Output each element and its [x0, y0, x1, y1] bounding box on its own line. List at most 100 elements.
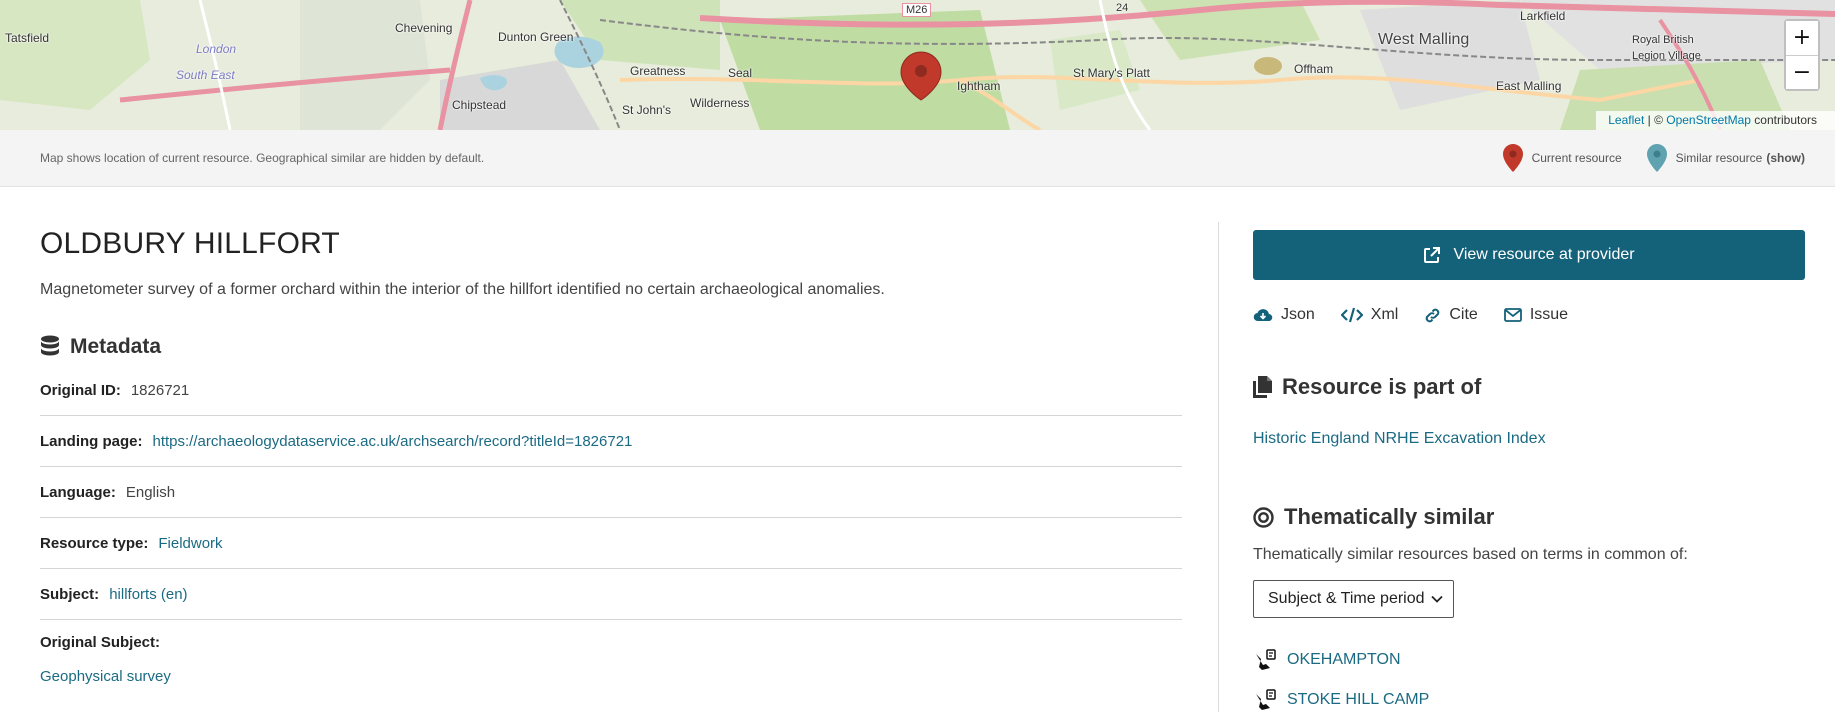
attribution-suffix: contributors [1750, 113, 1817, 127]
map-place-label: East Malling [1496, 79, 1562, 93]
location-map[interactable]: Tatsfield Chevening London South East Du… [0, 0, 1835, 130]
resource-main: OLDBURY HILLFORT Magnetometer survey of … [40, 187, 1182, 685]
database-icon [41, 335, 59, 356]
metadata-list: Original ID: 1826721 Landing page: https… [40, 365, 1182, 685]
similarity-criteria-select[interactable]: Subject & Time period [1253, 580, 1454, 618]
similarity-criteria-value: Subject & Time period [1268, 590, 1425, 607]
metadata-row-original-subject: Original Subject: [40, 620, 1182, 664]
map-note-bar: Map shows location of current resource. … [0, 130, 1835, 187]
cloud-download-icon [1253, 309, 1273, 322]
metadata-key: Subject: [40, 585, 100, 603]
json-download-button[interactable]: Json [1253, 306, 1315, 324]
cite-button[interactable]: Cite [1424, 306, 1478, 324]
export-actions: Json Xml Cite Issue [1253, 306, 1805, 324]
metadata-row-landing-page: Landing page: https://archaeologydataser… [40, 416, 1182, 467]
legend-similar-resource: Similar resource (show) [1646, 143, 1805, 173]
attribution-separator: | © [1644, 113, 1667, 127]
xml-label: Xml [1370, 306, 1399, 323]
metadata-key: Original Subject: [40, 633, 161, 651]
metadata-value: English [125, 483, 176, 501]
zoom-out-button[interactable]: − [1786, 55, 1818, 89]
map-zoom-control: + − [1784, 19, 1820, 91]
map-place-label: Chevening [395, 21, 453, 35]
original-subject-link[interactable]: Geophysical survey [40, 668, 171, 685]
map-place-label: St John's [622, 103, 671, 117]
issue-label: Issue [1529, 306, 1569, 323]
map-note-text: Map shows location of current resource. … [40, 151, 485, 165]
legend-similar-label: Similar resource [1675, 151, 1763, 165]
map-place-label: Offham [1294, 62, 1334, 76]
cite-label: Cite [1449, 306, 1478, 323]
parent-collection-link[interactable]: Historic England NRHE Excavation Index [1253, 430, 1546, 448]
map-place-label: West Malling [1378, 31, 1470, 48]
metadata-key: Original ID: [40, 381, 121, 399]
copy-icon [1253, 376, 1272, 398]
metadata-row-original-id: Original ID: 1826721 [40, 365, 1182, 416]
metadata-key: Landing page: [40, 432, 143, 450]
page-title: OLDBURY HILLFORT [40, 227, 340, 260]
map-place-label: Chipstead [452, 98, 507, 112]
zoom-in-button[interactable]: + [1786, 21, 1818, 55]
resource-sidebar: View resource at provider Json Xml Cite [1253, 230, 1805, 712]
list-item: OKEHAMPTON [1253, 640, 1805, 680]
thematically-similar-heading-text: Thematically similar [1284, 504, 1495, 529]
view-at-provider-label: View resource at provider [1453, 246, 1635, 263]
similar-resource-link[interactable]: OKEHAMPTON [1287, 651, 1401, 669]
view-at-provider-button[interactable]: View resource at provider [1253, 230, 1805, 280]
map-attribution: Leaflet | © OpenStreetMap contributors [1596, 111, 1835, 130]
metadata-key: Language: [40, 483, 116, 501]
map-place-label: Ightham [957, 79, 1001, 93]
map-place-label: Tatsfield [5, 31, 50, 45]
map-place-label: Larkfield [1520, 9, 1566, 23]
map-place-label: Royal British [1632, 34, 1694, 46]
xml-download-button[interactable]: Xml [1340, 306, 1399, 324]
map-place-label: St Mary's Platt [1073, 66, 1150, 80]
chevron-down-icon [1431, 595, 1443, 603]
openstreetmap-link[interactable]: OpenStreetMap [1666, 113, 1751, 127]
legend-current-resource: Current resource [1502, 143, 1622, 173]
blue-marker-icon [1646, 144, 1667, 172]
resource-type-link[interactable]: Fieldwork [158, 535, 222, 552]
json-label: Json [1281, 306, 1315, 323]
metadata-heading-text: Metadata [70, 335, 162, 358]
map-place-label: Wilderness [690, 96, 750, 110]
similar-resources-list: OKEHAMPTON STOKE HILL CAMP [1253, 640, 1805, 712]
map-place-label: Dunton Green [498, 30, 574, 44]
metadata-value: 1826721 [130, 381, 190, 399]
issue-button[interactable]: Issue [1503, 306, 1569, 324]
list-item: STOKE HILL CAMP [1253, 680, 1805, 712]
resource-description: Magnetometer survey of a former orchard … [40, 281, 885, 298]
metadata-row-subject: Subject: hillforts (en) [40, 569, 1182, 620]
thematically-similar-heading: Thematically similar [1253, 504, 1805, 530]
map-place-label: London [196, 42, 237, 56]
map-place-label: Legion Village [1632, 50, 1701, 62]
road-label: 24 [1116, 2, 1129, 14]
metadata-row-resource-type: Resource type: Fieldwork [40, 518, 1182, 569]
external-link-icon [1424, 247, 1441, 263]
column-divider [1218, 222, 1219, 712]
part-of-heading: Resource is part of [1253, 374, 1805, 400]
map-place-label: Seal [728, 66, 753, 80]
leaflet-link[interactable]: Leaflet [1608, 113, 1644, 127]
part-of-heading-text: Resource is part of [1282, 374, 1482, 399]
code-icon [1340, 307, 1363, 323]
link-icon [1426, 308, 1440, 322]
fieldwork-trowel-icon [1256, 689, 1276, 710]
fieldwork-trowel-icon [1256, 649, 1276, 670]
metadata-key: Resource type: [40, 534, 149, 552]
red-marker-icon [1502, 144, 1523, 172]
map-place-label: South East [176, 68, 235, 82]
landing-page-link[interactable]: https://archaeologydataservice.ac.uk/arc… [153, 433, 633, 450]
similar-resource-link[interactable]: STOKE HILL CAMP [1287, 691, 1429, 709]
thematically-similar-description: Thematically similar resources based on … [1253, 546, 1688, 563]
subject-link[interactable]: hillforts (en) [109, 586, 187, 603]
map-place-label: Greatness [630, 64, 686, 78]
show-similar-toggle[interactable]: (show) [1766, 151, 1805, 165]
map-legend: Current resource Similar resource (show) [1478, 143, 1805, 173]
metadata-row-language: Language: English [40, 467, 1182, 518]
legend-current-label: Current resource [1531, 151, 1622, 165]
metadata-heading: Metadata [40, 335, 1182, 359]
bullseye-icon [1253, 506, 1274, 528]
road-label: M26 [902, 3, 932, 17]
envelope-icon [1503, 308, 1522, 322]
